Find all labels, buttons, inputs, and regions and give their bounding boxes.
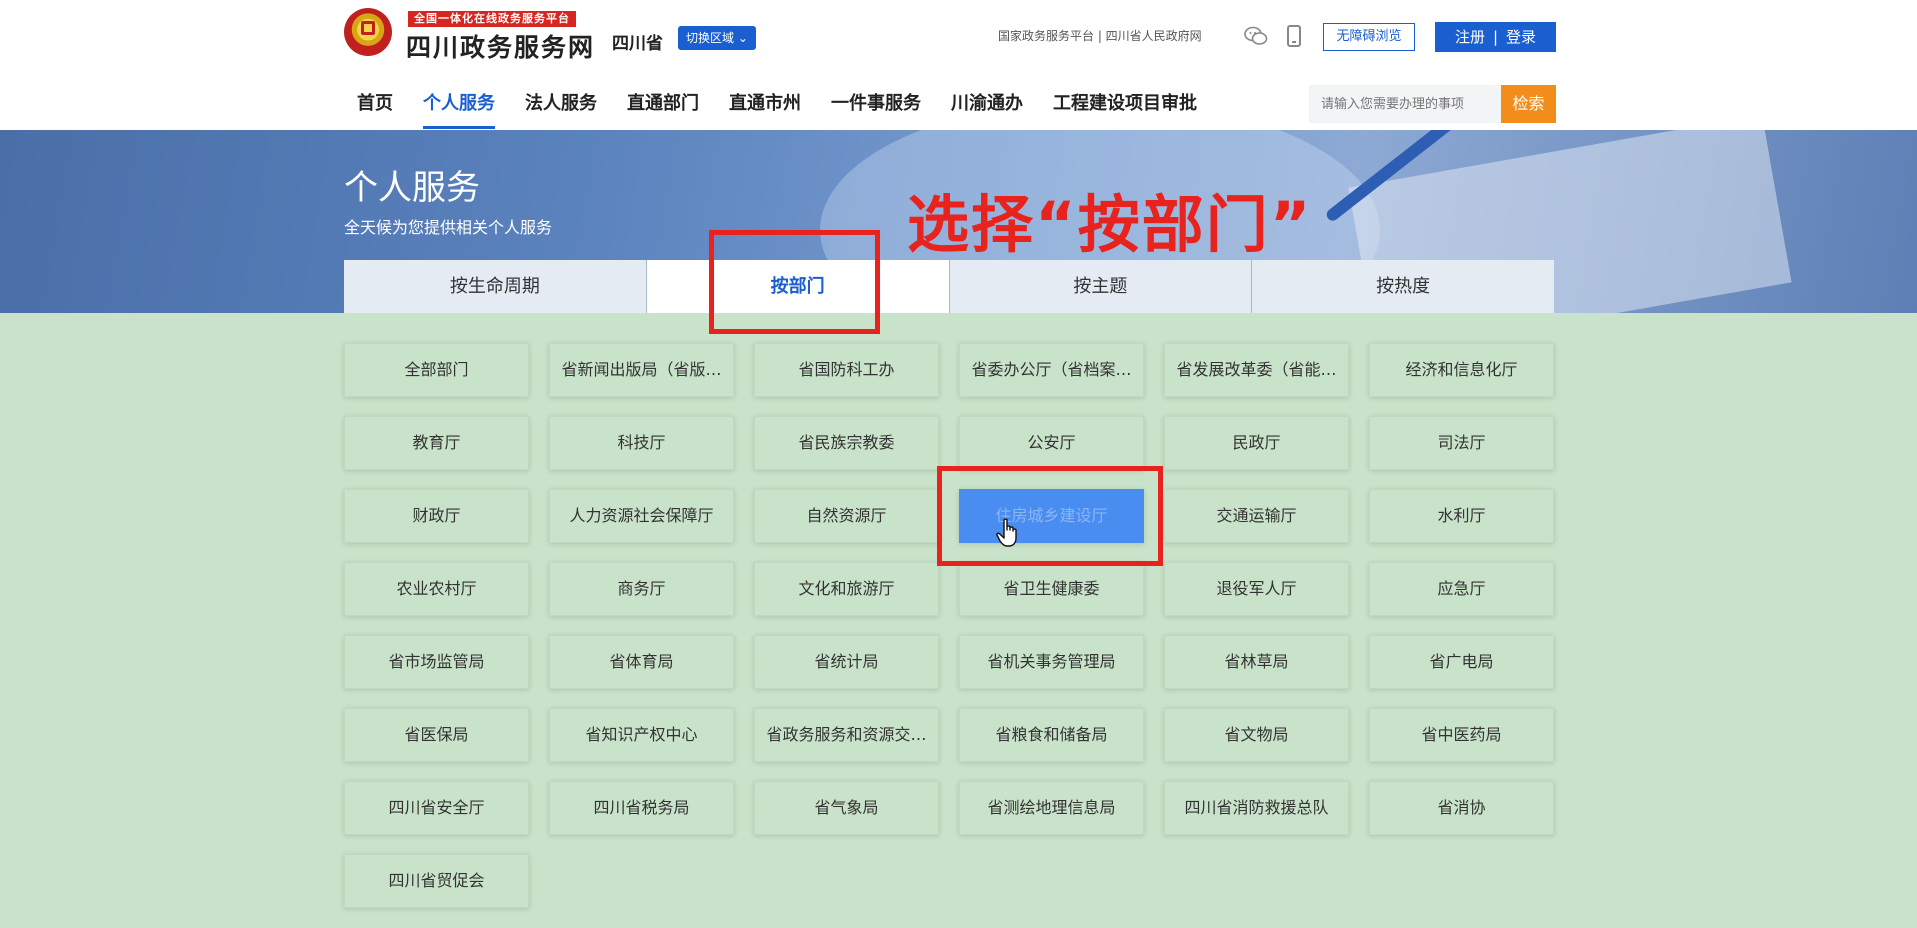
department-item[interactable]: 人力资源社会保障厅 bbox=[549, 489, 734, 543]
department-item[interactable]: 省市场监管局 bbox=[344, 635, 529, 689]
department-item[interactable]: 民政厅 bbox=[1164, 416, 1349, 470]
mobile-app-icon[interactable] bbox=[1287, 25, 1301, 47]
top-links[interactable]: 国家政务服务平台 | 四川省人民政府网 bbox=[998, 27, 1202, 44]
site-title[interactable]: 四川政务服务网 bbox=[406, 28, 595, 64]
nav-item-home[interactable]: 首页 bbox=[357, 89, 393, 117]
hand-cursor-icon bbox=[996, 518, 1017, 547]
department-item[interactable]: 商务厅 bbox=[549, 562, 734, 616]
department-item[interactable]: 省文物局 bbox=[1164, 708, 1349, 762]
nav-item-direct-cities[interactable]: 直通市州 bbox=[729, 89, 801, 117]
tab-by-life-cycle[interactable]: 按生命周期 bbox=[344, 260, 647, 313]
national-emblem-icon bbox=[344, 8, 392, 56]
department-item[interactable]: 应急厅 bbox=[1369, 562, 1554, 616]
nav-item-one-thing-service[interactable]: 一件事服务 bbox=[831, 89, 921, 117]
nav-item-chuanyu-service[interactable]: 川渝通办 bbox=[951, 89, 1023, 117]
site-header: 全国一体化在线政务服务平台 四川政务服务网 四川省 切换区域 ⌄ 国家政务服务平… bbox=[0, 0, 1917, 130]
department-item[interactable]: 省卫生健康委 bbox=[959, 562, 1144, 616]
department-item[interactable]: 自然资源厅 bbox=[754, 489, 939, 543]
platform-tag: 全国一体化在线政务服务平台 bbox=[408, 11, 576, 27]
department-item[interactable]: 省粮食和储备局 bbox=[959, 708, 1144, 762]
department-item[interactable]: 省机关事务管理局 bbox=[959, 635, 1144, 689]
department-item[interactable]: 省民族宗教委 bbox=[754, 416, 939, 470]
tab-by-theme[interactable]: 按主题 bbox=[949, 260, 1253, 313]
nav-item-direct-departments[interactable]: 直通部门 bbox=[627, 89, 699, 117]
department-item[interactable]: 省新闻出版局（省版… bbox=[549, 343, 734, 397]
register-login-group: 注册 | 登录 bbox=[1435, 22, 1556, 52]
department-item[interactable]: 四川省安全厅 bbox=[344, 781, 529, 835]
search-button[interactable]: 检索 bbox=[1501, 85, 1556, 123]
department-item[interactable]: 科技厅 bbox=[549, 416, 734, 470]
department-item[interactable]: 财政厅 bbox=[344, 489, 529, 543]
province-label: 四川省 bbox=[612, 34, 663, 54]
department-item[interactable]: 省国防科工办 bbox=[754, 343, 939, 397]
department-item[interactable]: 省气象局 bbox=[754, 781, 939, 835]
department-item-selected[interactable]: 住房城乡建设厅 bbox=[959, 489, 1144, 543]
department-item[interactable]: 省广电局 bbox=[1369, 635, 1554, 689]
register-link[interactable]: 注册 bbox=[1455, 28, 1485, 46]
nav-item-construction-approval[interactable]: 工程建设项目审批 bbox=[1053, 89, 1197, 117]
tab-by-popularity[interactable]: 按热度 bbox=[1252, 260, 1554, 313]
department-item[interactable]: 退役军人厅 bbox=[1164, 562, 1349, 616]
department-item[interactable]: 省知识产权中心 bbox=[549, 708, 734, 762]
department-item[interactable]: 司法厅 bbox=[1369, 416, 1554, 470]
main-nav: 首页 个人服务 法人服务 直通部门 直通市州 一件事服务 川渝通办 工程建设项目… bbox=[357, 89, 1227, 129]
department-item[interactable]: 四川省贸促会 bbox=[344, 854, 529, 908]
switch-region-button[interactable]: 切换区域 ⌄ bbox=[678, 26, 756, 50]
nav-item-legal-person-service[interactable]: 法人服务 bbox=[525, 89, 597, 117]
wechat-icon[interactable] bbox=[1244, 25, 1268, 47]
tab-by-department[interactable]: 按部门 bbox=[646, 260, 950, 313]
department-item[interactable]: 文化和旅游厅 bbox=[754, 562, 939, 616]
department-item[interactable]: 教育厅 bbox=[344, 416, 529, 470]
department-item[interactable]: 省政务服务和资源交… bbox=[754, 708, 939, 762]
tutorial-annotation: 选择“按部门” bbox=[907, 188, 1313, 261]
department-item[interactable]: 省医保局 bbox=[344, 708, 529, 762]
department-grid: 全部部门 省新闻出版局（省版… 省国防科工办 省委办公厅（省档案… 省发展改革委（省能…… bbox=[344, 343, 1554, 908]
department-item[interactable]: 省中医药局 bbox=[1369, 708, 1554, 762]
search-input[interactable] bbox=[1309, 85, 1501, 123]
department-item[interactable]: 四川省税务局 bbox=[549, 781, 734, 835]
page-subtitle: 全天候为您提供相关个人服务 bbox=[344, 218, 553, 237]
nav-item-personal-service[interactable]: 个人服务 bbox=[423, 89, 495, 129]
department-item[interactable]: 省林草局 bbox=[1164, 635, 1349, 689]
department-item[interactable]: 水利厅 bbox=[1369, 489, 1554, 543]
department-item[interactable]: 省发展改革委（省能… bbox=[1164, 343, 1349, 397]
department-item[interactable]: 省消协 bbox=[1369, 781, 1554, 835]
accessible-browse-button[interactable]: 无障碍浏览 bbox=[1323, 23, 1415, 51]
department-item[interactable]: 省体育局 bbox=[549, 635, 734, 689]
department-item[interactable]: 交通运输厅 bbox=[1164, 489, 1349, 543]
login-separator: | bbox=[1492, 28, 1499, 46]
category-tabs: 按生命周期 按部门 按主题 按热度 bbox=[344, 260, 1554, 313]
department-item[interactable]: 省委办公厅（省档案… bbox=[959, 343, 1144, 397]
login-link[interactable]: 登录 bbox=[1506, 28, 1536, 46]
page-title: 个人服务 bbox=[344, 168, 480, 208]
department-item[interactable]: 省统计局 bbox=[754, 635, 939, 689]
department-item[interactable]: 公安厅 bbox=[959, 416, 1144, 470]
department-item[interactable]: 全部部门 bbox=[344, 343, 529, 397]
department-item[interactable]: 四川省消防救援总队 bbox=[1164, 781, 1349, 835]
department-item[interactable]: 省测绘地理信息局 bbox=[959, 781, 1144, 835]
department-item[interactable]: 经济和信息化厅 bbox=[1369, 343, 1554, 397]
department-item[interactable]: 农业农村厅 bbox=[344, 562, 529, 616]
